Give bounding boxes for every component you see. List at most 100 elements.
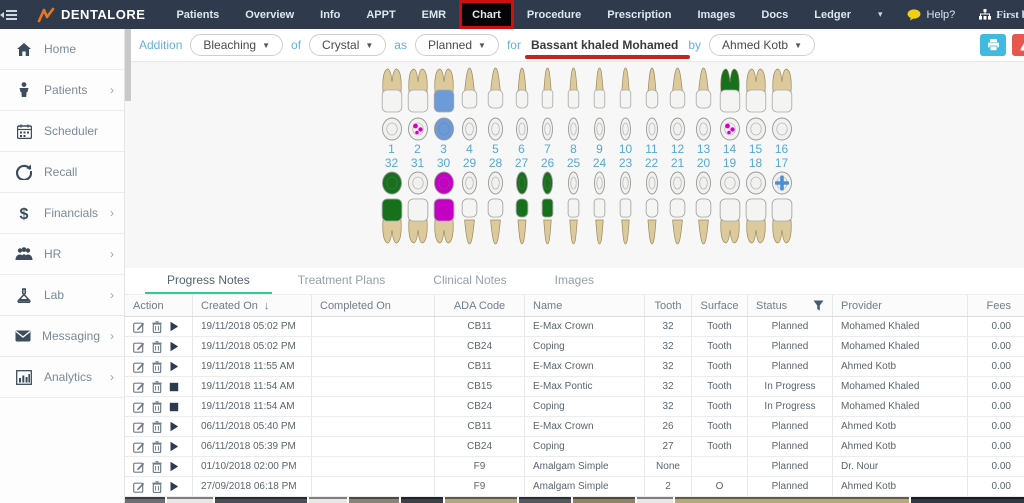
- tooth-14-side-upper[interactable]: [717, 66, 743, 116]
- tooth-28-side-lower[interactable]: [483, 196, 509, 246]
- nav-item-ledger[interactable]: Ledger: [801, 0, 864, 29]
- tooth-31-occlusal[interactable]: [405, 170, 431, 196]
- edit-icon[interactable]: [133, 321, 145, 333]
- tooth-8-occlusal[interactable]: [561, 116, 587, 142]
- help-button[interactable]: Help?: [897, 9, 966, 21]
- start-icon[interactable]: [169, 341, 179, 352]
- start-icon[interactable]: [169, 461, 179, 472]
- start-icon[interactable]: [169, 361, 179, 372]
- provider-dropdown[interactable]: Ahmed Kotb▼: [709, 34, 815, 56]
- column-header-status[interactable]: Status: [748, 295, 833, 316]
- sidebar-item-lab[interactable]: Lab›: [0, 275, 124, 316]
- start-icon[interactable]: [169, 441, 179, 452]
- stop-icon[interactable]: [169, 402, 179, 412]
- tooth-19-occlusal[interactable]: [717, 170, 743, 196]
- tooth-4-side-upper[interactable]: [457, 66, 483, 116]
- table-row[interactable]: 06/11/2018 05:39 PMCB24Coping27ToothPlan…: [125, 437, 1024, 457]
- tooth-30-side-lower[interactable]: [431, 196, 457, 246]
- table-row[interactable]: 19/11/2018 11:54 AMCB15E-Max Pontic32Too…: [125, 377, 1024, 397]
- tooth-22-occlusal[interactable]: [639, 170, 665, 196]
- edit-icon[interactable]: [133, 461, 145, 473]
- trash-icon[interactable]: [152, 401, 162, 413]
- trash-icon[interactable]: [152, 341, 162, 353]
- tooth-7-side-upper[interactable]: [535, 66, 561, 116]
- nav-item-overview[interactable]: Overview: [232, 0, 307, 29]
- nav-more-dropdown[interactable]: ▾: [864, 9, 897, 20]
- tooth-18-side-lower[interactable]: [743, 196, 769, 246]
- tooth-23-side-lower[interactable]: [613, 196, 639, 246]
- column-header-fees[interactable]: Fees: [968, 295, 1019, 316]
- table-row[interactable]: 19/11/2018 11:55 AMCB11E-Max Crown32Toot…: [125, 357, 1024, 377]
- sidebar-item-analytics[interactable]: Analytics›: [0, 357, 124, 398]
- trash-icon[interactable]: [152, 381, 162, 393]
- tooth-21-side-lower[interactable]: [665, 196, 691, 246]
- tooth-29-occlusal[interactable]: [457, 170, 483, 196]
- material-dropdown[interactable]: Crystal▼: [309, 34, 386, 56]
- nav-item-appt[interactable]: APPT: [353, 0, 408, 29]
- column-header-completed-on[interactable]: Completed On: [312, 295, 435, 316]
- tooth-13-side-upper[interactable]: [691, 66, 717, 116]
- tooth-20-occlusal[interactable]: [691, 170, 717, 196]
- tooth-1-occlusal[interactable]: [379, 116, 405, 142]
- tooth-25-occlusal[interactable]: [561, 170, 587, 196]
- edit-icon[interactable]: [133, 341, 145, 353]
- sidebar-item-scheduler[interactable]: Scheduler: [0, 111, 124, 152]
- tooth-28-occlusal[interactable]: [483, 170, 509, 196]
- tooth-1-side-upper[interactable]: [379, 66, 405, 116]
- tooth-12-side-upper[interactable]: [665, 66, 691, 116]
- tooth-26-occlusal[interactable]: [535, 170, 561, 196]
- edit-icon[interactable]: [133, 401, 145, 413]
- sidebar-toggle-button[interactable]: [0, 10, 17, 20]
- print-button[interactable]: [980, 34, 1006, 56]
- tooth-17-side-lower[interactable]: [769, 196, 795, 246]
- tooth-12-occlusal[interactable]: [665, 116, 691, 142]
- tooth-2-side-upper[interactable]: [405, 66, 431, 116]
- start-icon[interactable]: [169, 481, 179, 492]
- tooth-26-side-lower[interactable]: [535, 196, 561, 246]
- sidebar-item-financials[interactable]: $Financials›: [0, 193, 124, 234]
- scrollbar-thumb[interactable]: [125, 29, 131, 101]
- tooth-21-occlusal[interactable]: [665, 170, 691, 196]
- tooth-6-occlusal[interactable]: [509, 116, 535, 142]
- tooth-7-occlusal[interactable]: [535, 116, 561, 142]
- nav-item-patients[interactable]: Patients: [163, 0, 232, 29]
- edit-icon[interactable]: [133, 441, 145, 453]
- nav-item-info[interactable]: Info: [307, 0, 353, 29]
- trash-icon[interactable]: [152, 421, 162, 433]
- tooth-15-side-upper[interactable]: [743, 66, 769, 116]
- column-header-ada-code[interactable]: ADA Code: [435, 295, 525, 316]
- tooth-31-side-lower[interactable]: [405, 196, 431, 246]
- tab-clinical-notes[interactable]: Clinical Notes: [411, 268, 528, 294]
- tooth-10-side-upper[interactable]: [613, 66, 639, 116]
- status-dropdown[interactable]: Planned▼: [415, 34, 499, 56]
- procedure-type-dropdown[interactable]: Bleaching▼: [190, 34, 283, 56]
- tooth-11-occlusal[interactable]: [639, 116, 665, 142]
- tooth-14-occlusal[interactable]: [717, 116, 743, 142]
- tooth-2-occlusal[interactable]: [405, 116, 431, 142]
- tooth-29-side-lower[interactable]: [457, 196, 483, 246]
- sidebar-item-hr[interactable]: HR›: [0, 234, 124, 275]
- stop-icon[interactable]: [169, 382, 179, 392]
- tooth-5-side-upper[interactable]: [483, 66, 509, 116]
- column-header-name[interactable]: Name: [525, 295, 645, 316]
- nav-item-emr[interactable]: EMR: [409, 0, 459, 29]
- app-logo[interactable]: DENTALORE: [37, 7, 145, 23]
- tooth-32-occlusal[interactable]: [379, 170, 405, 196]
- nav-item-procedure[interactable]: Procedure: [514, 0, 594, 29]
- tooth-17-occlusal[interactable]: [769, 170, 795, 196]
- tooth-13-occlusal[interactable]: [691, 116, 717, 142]
- branch-selector[interactable]: First branch: [969, 9, 1024, 21]
- edit-icon[interactable]: [133, 381, 145, 393]
- column-header-created-on[interactable]: Created On↓: [193, 295, 312, 316]
- tooth-11-side-upper[interactable]: [639, 66, 665, 116]
- trash-icon[interactable]: [152, 441, 162, 453]
- column-header-surface[interactable]: Surface: [692, 295, 748, 316]
- tooth-8-side-upper[interactable]: [561, 66, 587, 116]
- tooth-3-occlusal[interactable]: [431, 116, 457, 142]
- tooth-20-side-lower[interactable]: [691, 196, 717, 246]
- tab-treatment-plans[interactable]: Treatment Plans: [276, 268, 408, 294]
- filter-icon[interactable]: [813, 300, 824, 311]
- trash-icon[interactable]: [152, 321, 162, 333]
- edit-icon[interactable]: [133, 421, 145, 433]
- tooth-19-side-lower[interactable]: [717, 196, 743, 246]
